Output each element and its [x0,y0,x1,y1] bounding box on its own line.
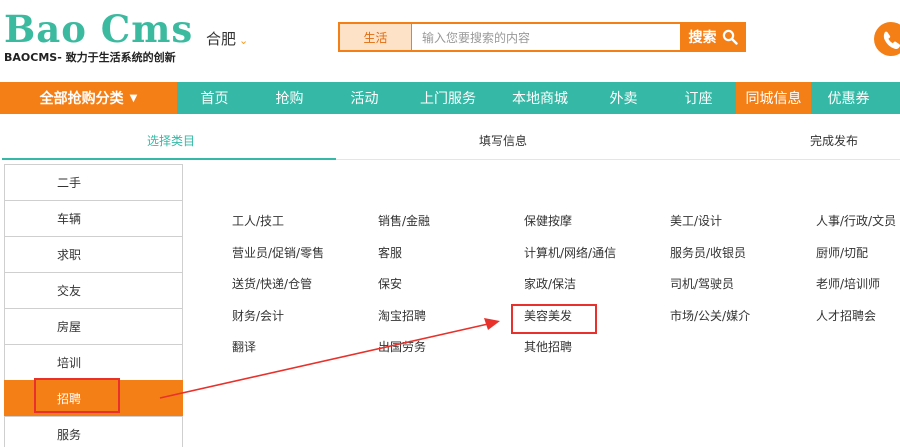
annotation-arrow-icon [159,318,500,399]
